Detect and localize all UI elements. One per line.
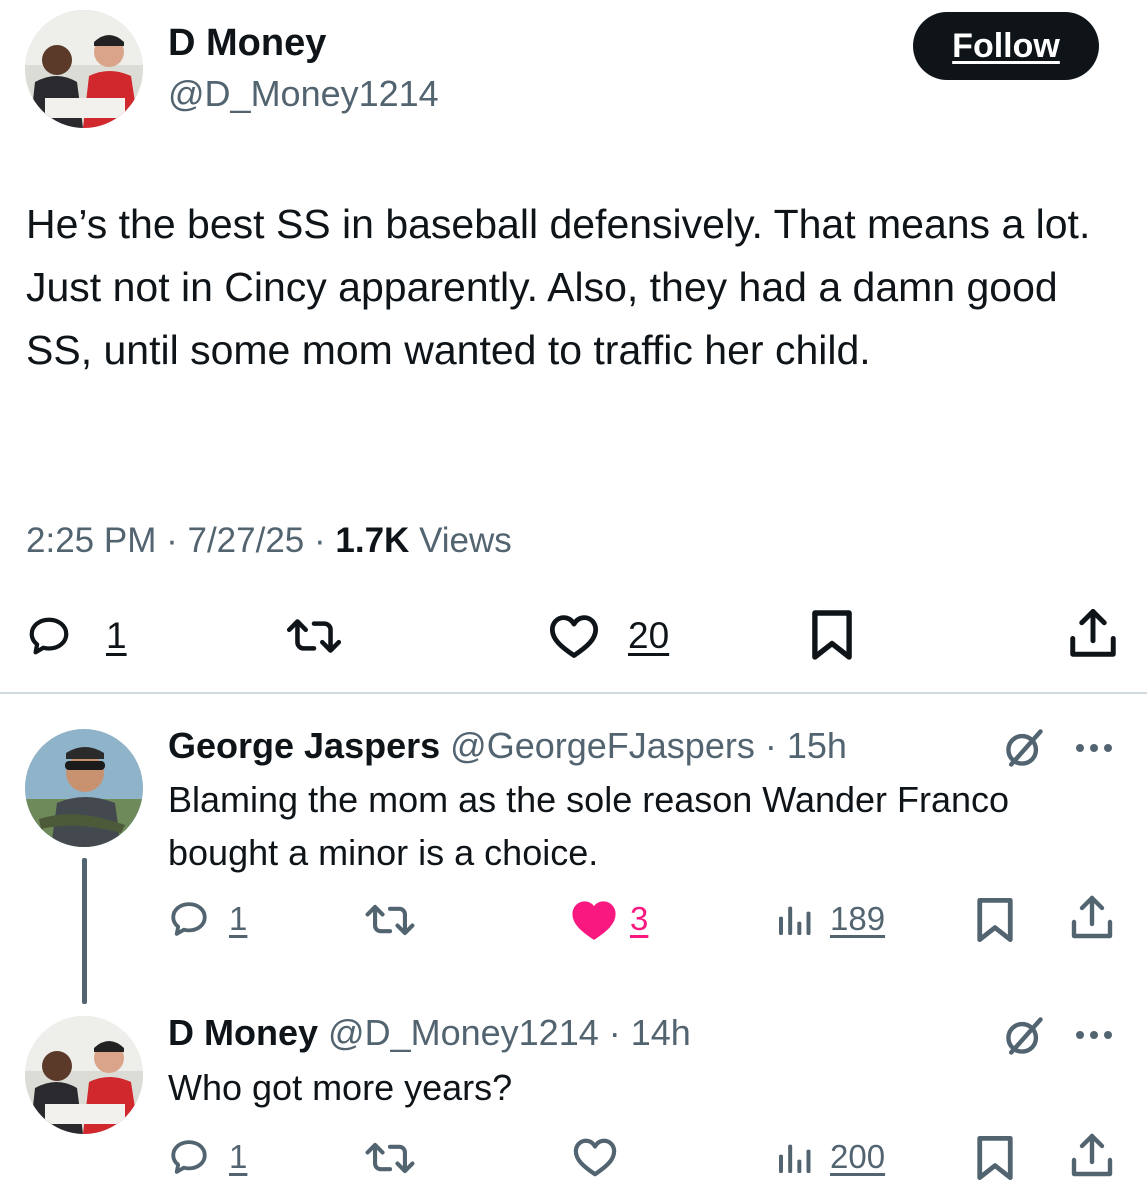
bookmark-icon — [977, 1135, 1013, 1181]
bookmark-button[interactable] — [975, 1134, 1015, 1182]
like-icon — [549, 615, 599, 658]
like-button[interactable] — [570, 897, 618, 943]
retweet-button[interactable] — [283, 613, 345, 659]
views-count[interactable]: 200 — [830, 1136, 885, 1178]
bookmark-icon — [812, 610, 852, 660]
reply-header: George Jaspers @GeorgeFJaspers · 15h — [168, 722, 847, 770]
views-label: Views — [419, 521, 512, 560]
follow-button[interactable]: Follow — [913, 12, 1099, 80]
reply-icon — [171, 902, 207, 936]
grok-icon — [1006, 729, 1043, 767]
divider — [0, 692, 1147, 694]
reply-button[interactable] — [26, 613, 72, 659]
grok-button[interactable] — [1002, 1014, 1046, 1058]
thread-line — [82, 858, 87, 1004]
reply-count[interactable]: 1 — [229, 1136, 247, 1178]
retweet-icon — [365, 1142, 415, 1174]
tweet-date[interactable]: 7/27/25 — [187, 521, 304, 560]
bookmark-icon — [977, 897, 1013, 943]
views-count[interactable]: 189 — [830, 898, 885, 940]
share-icon — [1071, 895, 1113, 939]
reply-button[interactable] — [168, 1136, 210, 1178]
bookmark-button[interactable] — [810, 608, 854, 662]
like-count[interactable]: 3 — [630, 898, 648, 940]
more-icon — [1076, 744, 1112, 752]
retweet-button[interactable] — [362, 899, 418, 941]
reply-age[interactable]: 15h — [787, 725, 847, 766]
reply-icon — [29, 617, 69, 655]
grok-button[interactable] — [1002, 726, 1046, 770]
reply-author-name[interactable]: D Money — [168, 1012, 318, 1053]
share-button[interactable] — [1070, 1132, 1114, 1180]
reply-header: D Money @D_Money1214 · 14h — [168, 1009, 691, 1057]
like-icon — [572, 901, 616, 940]
views-icon — [774, 1138, 814, 1178]
grok-icon — [1006, 1017, 1043, 1055]
tweet-time[interactable]: 2:25 PM — [26, 521, 156, 560]
more-icon — [1076, 1031, 1112, 1039]
retweet-icon — [286, 619, 342, 653]
share-icon — [1071, 1133, 1113, 1177]
share-button[interactable] — [1068, 607, 1118, 661]
more-button[interactable] — [1072, 738, 1116, 758]
bookmark-button[interactable] — [975, 896, 1015, 944]
tweet-meta: 2:25 PM · 7/27/25 · 1.7K Views — [26, 516, 512, 566]
retweet-button[interactable] — [362, 1137, 418, 1179]
reply-author-handle[interactable]: @GeorgeFJaspers — [450, 725, 755, 766]
reply-count[interactable]: 1 — [229, 898, 247, 940]
author-avatar[interactable] — [25, 10, 143, 128]
reply-age[interactable]: 14h — [631, 1012, 691, 1053]
views-count: 1.7K — [335, 521, 410, 560]
reply-icon — [171, 1140, 207, 1174]
meta-separator: · — [166, 521, 188, 560]
reply-author-name[interactable]: George Jaspers — [168, 725, 440, 766]
meta-separator: · — [314, 521, 336, 560]
reply-button[interactable] — [168, 898, 210, 940]
share-icon — [1070, 609, 1116, 657]
like-count[interactable]: 20 — [628, 613, 669, 659]
share-button[interactable] — [1070, 894, 1114, 942]
retweet-icon — [365, 904, 415, 936]
author-handle[interactable]: @D_Money1214 — [168, 70, 439, 118]
reply-author-handle[interactable]: @D_Money1214 — [328, 1012, 599, 1053]
like-button[interactable] — [548, 611, 600, 661]
reply-avatar[interactable] — [25, 1016, 143, 1134]
like-button[interactable] — [572, 1135, 618, 1179]
author-name[interactable]: D Money — [168, 18, 326, 68]
tweet-text: He’s the best SS in baseball defensively… — [26, 201, 1091, 373]
reply-avatar[interactable] — [25, 729, 143, 847]
meta-separator: · — [754, 725, 787, 766]
views-icon — [774, 900, 814, 940]
like-icon — [573, 1138, 617, 1177]
reply-text: Who got more years? — [168, 1067, 513, 1108]
reply-text: Blaming the mom as the sole reason Wande… — [168, 779, 1010, 873]
more-button[interactable] — [1072, 1025, 1116, 1045]
meta-separator: · — [598, 1012, 631, 1053]
reply-count[interactable]: 1 — [106, 613, 127, 659]
